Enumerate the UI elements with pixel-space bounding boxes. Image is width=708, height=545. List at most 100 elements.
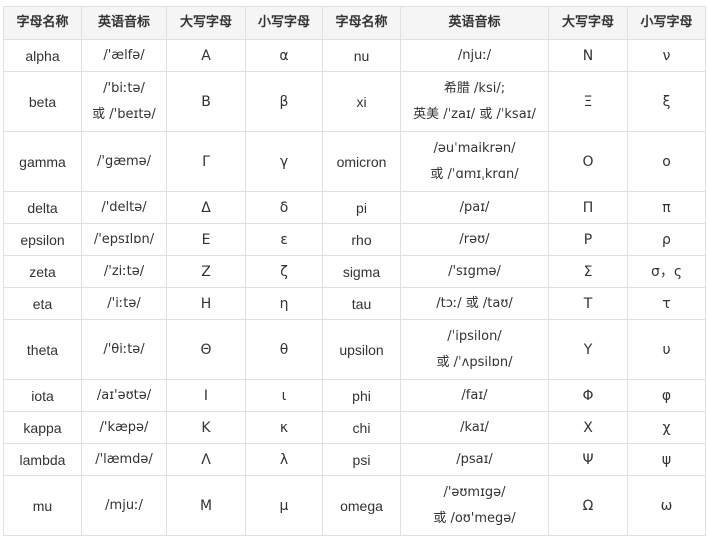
table-row: epsilon /'epsɪlɒn/Εε rho/rəʊ/Ρρ (3, 223, 706, 256)
letter-name-cell: kappa (3, 411, 82, 444)
letter-name-cell: upsilon (322, 319, 401, 380)
header-lowercase: 小写字母 (627, 6, 706, 40)
ipa-cell: /'ziːtə/ (81, 255, 167, 288)
ipa-line: /kaɪ/ (460, 419, 489, 435)
letter-name-cell: lambda (3, 443, 82, 476)
ipa-line: /aɪ'əʊtə/ (96, 387, 152, 403)
table-row: gamma /'gæmə/Γγ omicron/əuˈmaikrən/或 /ˈɑmɪ… (3, 131, 706, 192)
uppercase-cell: Γ (166, 131, 246, 192)
uppercase-cell: Α (166, 39, 246, 72)
lowercase-cell: ω (627, 475, 706, 536)
lowercase-cell: υ (627, 319, 706, 380)
lowercase-cell: ε (245, 223, 323, 256)
lowercase-cell: μ (245, 475, 323, 536)
ipa-cell: /tɔː/ 或 /taʊ/ (400, 287, 549, 320)
letter-name-cell: gamma (3, 131, 82, 192)
table-row: iota/aɪ'əʊtə/Ιι phi/faɪ/Φφ (3, 379, 706, 412)
uppercase-cell: Τ (548, 287, 628, 320)
lowercase-cell: π (627, 191, 706, 224)
letter-name-cell: psi (322, 443, 401, 476)
lowercase-cell: φ (627, 379, 706, 412)
ipa-cell: /'epsɪlɒn/ (81, 223, 167, 256)
ipa-line: 或 /'beɪtə/ (92, 106, 156, 122)
letter-name-cell: eta (3, 287, 82, 320)
ipa-cell: /'əʊmɪgə/或 /oʊ'megə/ (400, 475, 549, 536)
uppercase-cell: Ρ (548, 223, 628, 256)
ipa-line: /'læmdə/ (95, 451, 153, 467)
table-row: lambda /'læmdə/Λλ psi/psaɪ/Ψψ (3, 443, 706, 476)
ipa-cell: /psaɪ/ (400, 443, 549, 476)
lowercase-cell: ξ (627, 71, 706, 132)
uppercase-cell: Ε (166, 223, 246, 256)
letter-name-cell: phi (322, 379, 401, 412)
lowercase-cell: δ (245, 191, 323, 224)
letter-name-cell: pi (322, 191, 401, 224)
lowercase-cell: ο (627, 131, 706, 192)
letter-name-cell: epsilon (3, 223, 82, 256)
letter-name-cell: xi (322, 71, 401, 132)
table-row: delta /'deltə/Δδ pi/paɪ/Ππ (3, 191, 706, 224)
letter-name-cell: omicron (322, 131, 401, 192)
ipa-line: 英美 /ˈzaɪ/ 或 /ˈksaɪ/ (413, 106, 536, 122)
letter-name-cell: omega (322, 475, 401, 536)
lowercase-cell: η (245, 287, 323, 320)
lowercase-cell: λ (245, 443, 323, 476)
ipa-line: 或 /ˈɑmɪˌkrɑn/ (430, 166, 519, 182)
lowercase-cell: κ (245, 411, 323, 444)
ipa-line: /'θiːtə/ (103, 341, 145, 357)
table-row: beta /'biːtə/或 /'beɪtə/Ββ xi 希腊 /ksi/; 英美 /ˈ… (3, 71, 706, 132)
ipa-line: 或 /ˈʌpsilɒn/ (436, 354, 513, 370)
lowercase-cell: γ (245, 131, 323, 192)
letter-name-cell: chi (322, 411, 401, 444)
ipa-cell: /paɪ/ (400, 191, 549, 224)
table-row: eta /'iːtə/Ηη tau/tɔː/ 或 /taʊ/Ττ (3, 287, 706, 320)
table-row: alpha /'ælfə/Αα nu/njuː/Νν (3, 39, 706, 72)
ipa-line: /'deltə/ (101, 199, 147, 215)
ipa-line: /ˈipsilon/ (447, 328, 502, 344)
lowercase-cell: τ (627, 287, 706, 320)
ipa-line: /'kæpə/ (99, 419, 149, 435)
lowercase-cell: ρ (627, 223, 706, 256)
ipa-line: /'epsɪlɒn/ (93, 231, 155, 247)
lowercase-cell: β (245, 71, 323, 132)
ipa-cell: /njuː/ (400, 39, 549, 72)
header-lowercase: 小写字母 (245, 6, 323, 40)
ipa-cell: 希腊 /ksi/; 英美 /ˈzaɪ/ 或 /ˈksaɪ/ (400, 71, 549, 132)
header-letter-name: 字母名称 (3, 6, 82, 40)
ipa-cell: /'kæpə/ (81, 411, 167, 444)
ipa-line: /'ælfə/ (103, 47, 145, 63)
header-english-ipa: 英语音标 (400, 6, 549, 40)
ipa-cell: /'sɪgmə/ (400, 255, 549, 288)
ipa-cell: /'deltə/ (81, 191, 167, 224)
letter-name-cell: rho (322, 223, 401, 256)
ipa-line: /njuː/ (457, 47, 492, 63)
uppercase-cell: Σ (548, 255, 628, 288)
ipa-line: /'biːtə/ (103, 80, 145, 96)
letter-name-cell: delta (3, 191, 82, 224)
ipa-cell: /aɪ'əʊtə/ (81, 379, 167, 412)
uppercase-cell: Π (548, 191, 628, 224)
uppercase-cell: Ψ (548, 443, 628, 476)
lowercase-cell: ι (245, 379, 323, 412)
header-uppercase: 大写字母 (548, 6, 628, 40)
ipa-line: 或 /oʊ'megə/ (433, 510, 516, 526)
uppercase-cell: Κ (166, 411, 246, 444)
letter-name-cell: iota (3, 379, 82, 412)
header-letter-name: 字母名称 (322, 6, 401, 40)
uppercase-cell: Ν (548, 39, 628, 72)
lowercase-cell: θ (245, 319, 323, 380)
ipa-line: /faɪ/ (461, 387, 488, 403)
ipa-cell: /'ælfə/ (81, 39, 167, 72)
letter-name-cell: sigma (322, 255, 401, 288)
uppercase-cell: Θ (166, 319, 246, 380)
ipa-cell: /faɪ/ (400, 379, 549, 412)
ipa-cell: /kaɪ/ (400, 411, 549, 444)
ipa-cell: /'iːtə/ (81, 287, 167, 320)
uppercase-cell: Β (166, 71, 246, 132)
ipa-line: /paɪ/ (459, 199, 490, 215)
letter-name-cell: beta (3, 71, 82, 132)
table-row: theta /'θiːtə/Θθ upsilon/ˈipsilon/或 /ˈʌpsi… (3, 319, 706, 380)
letter-name-cell: nu (322, 39, 401, 72)
lowercase-cell: α (245, 39, 323, 72)
ipa-line: /rəʊ/ (459, 231, 490, 247)
